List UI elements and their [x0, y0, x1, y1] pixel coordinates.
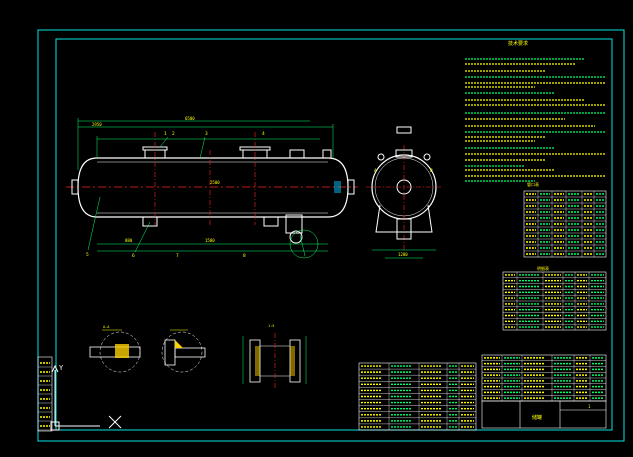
title-block-sheet: 1 [588, 404, 591, 409]
table-border [523, 190, 607, 258]
detail-2-weld [175, 340, 183, 348]
title-block-name: 储罐 [532, 414, 542, 421]
dim-text-top-2: 6500 [185, 116, 195, 121]
outer-frame [37, 29, 625, 442]
front-view: 2950 6500 880 1500 2500 1 2 3 4 5 6 7 8 [66, 116, 358, 259]
detail-1-weld [115, 344, 129, 358]
detail-2-plate [164, 339, 176, 366]
parts-table-title: 明细表 [537, 265, 549, 271]
inner-frame [55, 38, 613, 431]
side-view-label-a: A [374, 168, 377, 174]
technical-notes: 技术要求 [465, 40, 605, 182]
notes-title: 技术要求 [508, 40, 528, 47]
part-label-1: 1 [164, 131, 167, 137]
part-label-3: 3 [205, 131, 208, 137]
part-label-7: 7 [176, 253, 179, 259]
nozzle-table [523, 190, 607, 258]
part-label-2: 2 [172, 131, 175, 137]
detail-views: A-A 1:5 [89, 324, 307, 388]
nozzle-table-title: 管口表 [527, 181, 539, 187]
parts-table [502, 271, 607, 331]
dim-text-top-1: 2950 [92, 122, 102, 127]
cad-drawing-canvas[interactable]: 2950 6500 880 1500 2500 1 2 3 4 5 6 7 8 [0, 0, 633, 457]
vessel-shell [77, 157, 349, 218]
dim-text-bottom-2: 1500 [205, 238, 215, 243]
manhole [285, 214, 303, 234]
crosshair-icon[interactable] [108, 415, 122, 429]
top-nozzle-3 [289, 149, 305, 159]
note-lines [465, 58, 605, 182]
dim-text-bottom-1: 880 [125, 238, 133, 243]
side-view: 1200 A B [366, 126, 442, 259]
ucs-axis-icon: Y [50, 364, 100, 431]
side-view-label-b: B [430, 168, 433, 174]
right-tables: 管口表 明细表 [502, 181, 607, 331]
part-label-6: 6 [132, 253, 135, 259]
bottom-left-table [358, 362, 477, 431]
detail-1-caption: A-A [103, 325, 110, 329]
svg-text:Y: Y [59, 364, 64, 372]
side-view-dim: 1200 [398, 252, 408, 257]
part-label-5: 5 [86, 252, 89, 258]
dim-text-mid: 2500 [210, 180, 220, 185]
bottom-tables: 储罐 1 [358, 354, 607, 431]
bottom-right-table [481, 354, 607, 402]
left-strip [37, 356, 53, 432]
detail-3-caption: 1:5 [268, 324, 274, 328]
part-label-8: 8 [243, 253, 246, 259]
part-label-4: 4 [262, 131, 265, 137]
right-saddle [263, 217, 279, 227]
